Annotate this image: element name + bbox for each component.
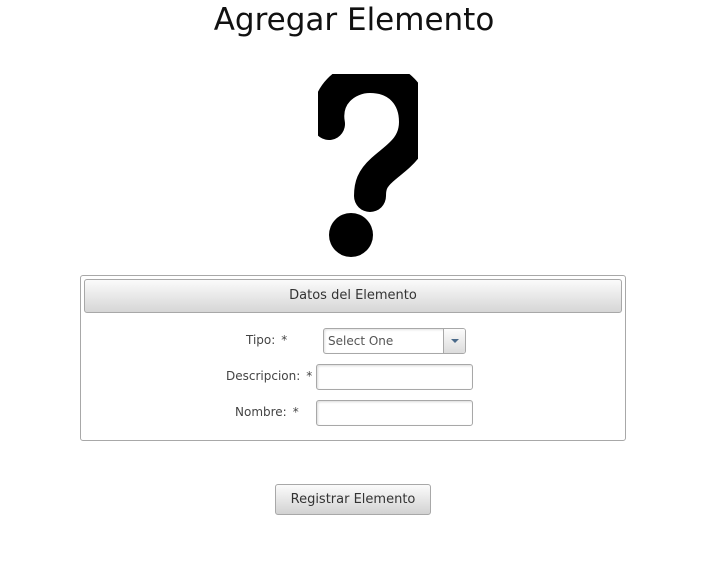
tipo-label: Tipo: * <box>246 333 287 347</box>
descripcion-label: Descripcion: * <box>226 369 312 383</box>
nombre-input[interactable] <box>316 400 473 426</box>
nombre-required-marker: * <box>292 405 299 419</box>
nombre-label-text: Nombre: <box>235 405 287 419</box>
tipo-select[interactable]: Select One <box>323 328 466 354</box>
tipo-select-value[interactable]: Select One <box>328 329 393 353</box>
nombre-label: Nombre: * <box>235 405 299 419</box>
descripcion-label-text: Descripcion: <box>226 369 301 383</box>
panel-header: Datos del Elemento <box>84 279 622 313</box>
chevron-down-icon <box>451 339 459 343</box>
element-data-panel: Datos del Elemento Tipo: * Select One Des… <box>80 275 626 441</box>
register-element-button[interactable]: Registrar Elemento <box>275 484 431 515</box>
descripcion-input[interactable] <box>316 364 473 390</box>
question-mark-curve <box>318 74 418 212</box>
tipo-label-text: Tipo: <box>246 333 276 347</box>
tipo-select-trigger[interactable] <box>443 329 465 353</box>
question-mark-dot <box>329 213 373 257</box>
tipo-required-marker: * <box>281 333 288 347</box>
descripcion-required-marker: * <box>306 369 313 383</box>
question-mark-icon <box>318 74 418 257</box>
page-title: Agregar Elemento <box>213 2 495 38</box>
